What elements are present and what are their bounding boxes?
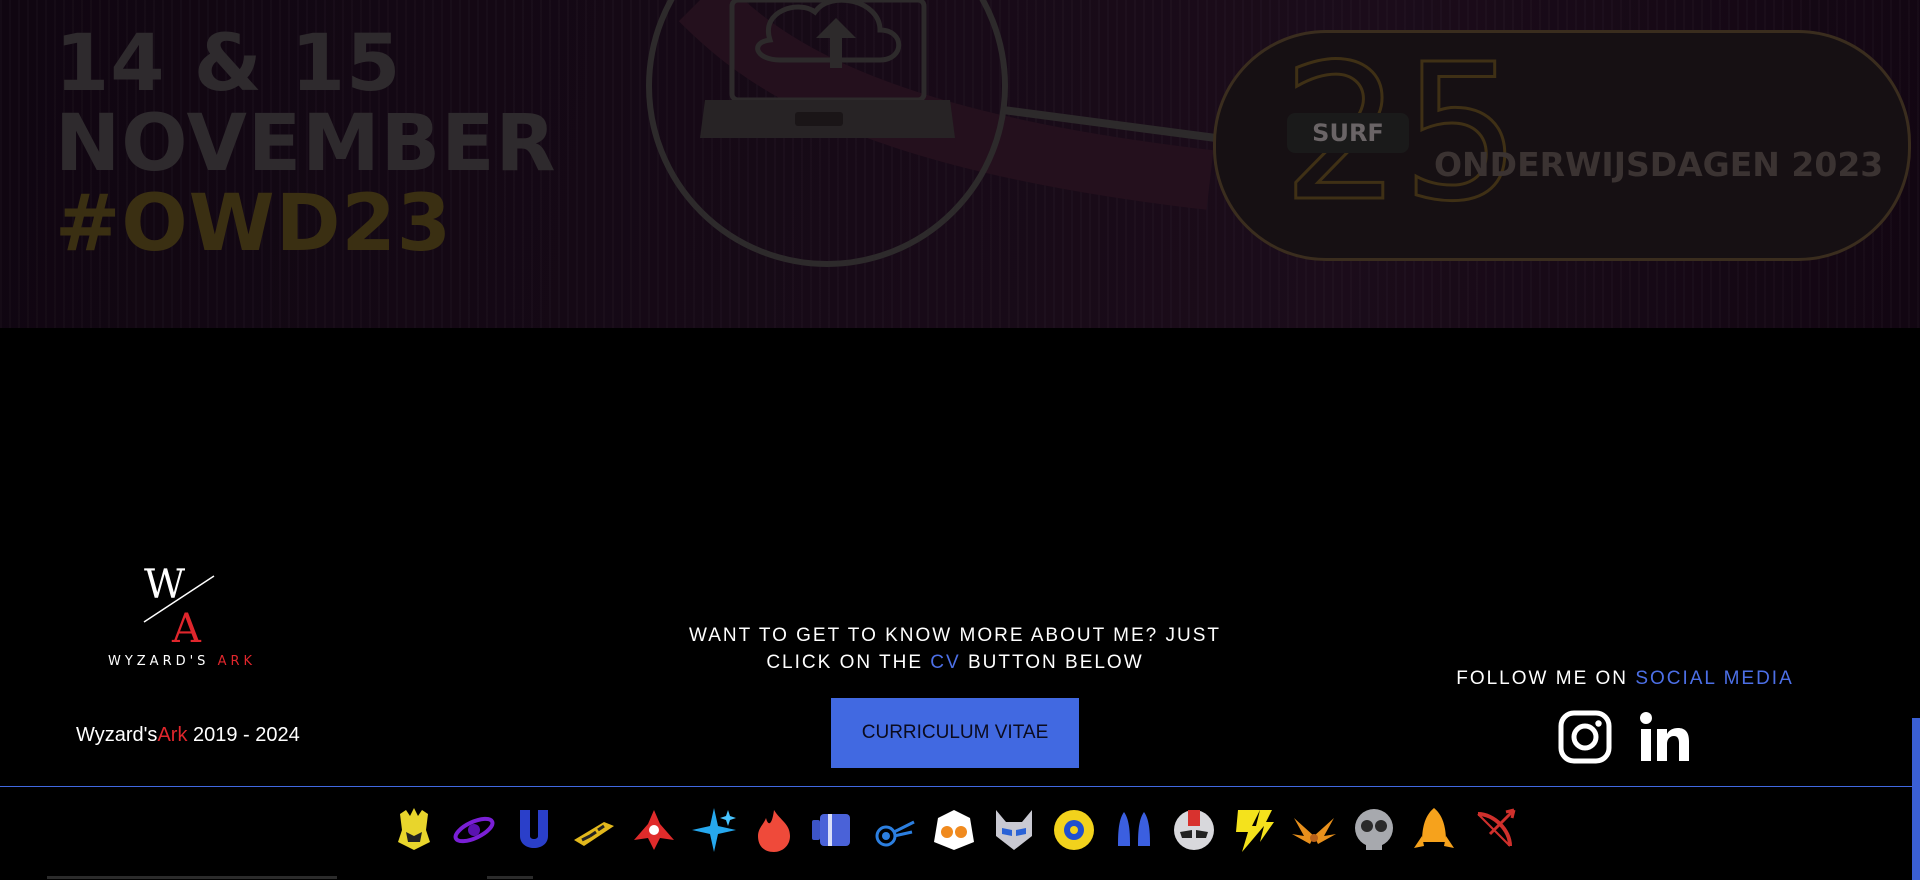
monogram-a: A [171,606,202,646]
logo-wordmark: WYZARD'S ARK [92,654,272,669]
surf-logo: SURF [1287,113,1409,153]
red-flame-icon[interactable] [750,806,798,854]
blue-swirl-icon[interactable] [870,806,918,854]
bottom-scroll-track [47,876,337,879]
event-banner: 14 & 15 NOVEMBER #OWD23 25 SURF ONDERWIJ… [0,0,1920,328]
social-section: FOLLOW ME ON SOCIAL MEDIA [1430,668,1820,764]
yellow-lightning-icon[interactable] [1230,806,1278,854]
cv-prompt-line2-post: BUTTON BELOW [960,652,1144,673]
social-prompt-accent: SOCIAL MEDIA [1635,668,1794,689]
site-logo[interactable]: W A WYZARD'S ARK [92,560,272,669]
blue-sparkle-icon[interactable] [690,806,738,854]
monogram-icon: W A [143,562,215,646]
social-prompt-pre: FOLLOW ME ON [1456,668,1636,689]
blue-horned-mask-icon[interactable] [990,806,1038,854]
orange-rocket-icon[interactable] [1410,806,1458,854]
event-name: ONDERWIJSDAGEN 2023 [1434,145,1884,184]
copyright-years: 2019 - 2024 [187,724,300,746]
red-helmet-icon[interactable] [1170,806,1218,854]
wordmark-accent: ARK [217,654,257,669]
orange-wings-icon[interactable] [1290,806,1338,854]
yellow-gear-icon[interactable] [1050,806,1098,854]
cv-prompt-line2-pre: CLICK ON THE [766,652,931,673]
event-hashtag: #OWD23 [55,179,452,269]
purple-orbit-icon[interactable] [450,806,498,854]
blue-cylinder-icon[interactable] [810,806,858,854]
linkedin-icon[interactable] [1638,710,1692,764]
bottom-scroll-track-secondary [487,876,533,879]
emblem-strip [390,800,1518,860]
grey-skull-icon[interactable] [1350,806,1398,854]
blue-magnet-icon[interactable] [510,806,558,854]
social-links [1430,710,1820,764]
footer-divider [0,786,1912,787]
copyright-name-accent: Ark [157,724,188,746]
cv-prompt: WANT TO GET TO KNOW MORE ABOUT ME? JUST … [680,622,1230,676]
cv-section: WANT TO GET TO KNOW MORE ABOUT ME? JUST … [680,622,1230,768]
yellow-crest-icon[interactable] [390,806,438,854]
social-prompt: FOLLOW ME ON SOCIAL MEDIA [1430,668,1820,690]
cv-prompt-line1: WANT TO GET TO KNOW MORE ABOUT ME? JUST [689,625,1221,646]
yellow-stripes-icon[interactable] [570,806,618,854]
copyright-name: Wyzard's [76,724,158,746]
cv-prompt-accent: CV [930,652,961,673]
date-line-month: NOVEMBER [55,99,557,189]
monogram-w: W [144,562,185,608]
blue-rockets-icon[interactable] [1110,806,1158,854]
wordmark-main: WYZARD'S [107,654,210,669]
scrollbar-thumb[interactable] [1912,718,1920,880]
event-dates: 14 & 15 NOVEMBER #OWD23 [55,24,557,264]
red-crane-icon[interactable] [630,806,678,854]
orange-mask-icon[interactable] [930,806,978,854]
red-bow-icon[interactable] [1470,806,1518,854]
date-line-days: 14 & 15 [55,19,402,109]
copyright-text: Wyzard'sArk 2019 - 2024 [76,724,300,747]
curriculum-vitae-button[interactable]: CURRICULUM VITAE [831,698,1079,768]
instagram-icon[interactable] [1558,710,1612,764]
